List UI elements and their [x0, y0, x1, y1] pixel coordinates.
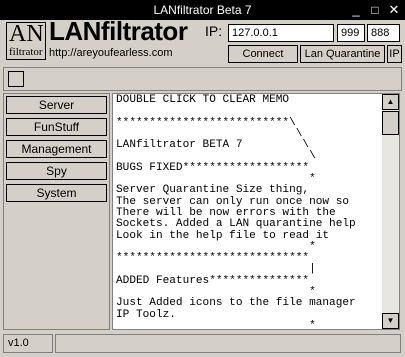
memo-text[interactable]: DOUBLE CLICK TO CLEAR MEMO *************… [116, 94, 356, 329]
port-input-2[interactable] [367, 24, 400, 42]
status-message [55, 334, 401, 353]
scroll-up-icon[interactable]: ▲ [382, 94, 399, 110]
ip-button[interactable]: IP [387, 45, 402, 63]
close-icon[interactable]: ✕ [385, 1, 403, 19]
maximize-icon[interactable]: □ [366, 1, 384, 19]
sidebar-item-system[interactable]: System [6, 184, 107, 202]
logo: AN filtrator [6, 21, 46, 60]
status-bar: v1.0 [0, 332, 405, 357]
scroll-down-icon[interactable]: ▼ [382, 313, 399, 329]
app-brand: LANfiltrator [49, 16, 188, 46]
ip-label: IP: [205, 23, 223, 39]
version-label: v1.0 [3, 334, 53, 353]
window-title: LANfiltrator Beta 7 [153, 3, 252, 17]
sidebar: Server FunStuff Management Spy System [3, 93, 110, 330]
sidebar-item-management[interactable]: Management [6, 140, 107, 158]
logo-sub-text: filtrator [9, 46, 43, 58]
connect-button[interactable]: Connect [228, 45, 298, 63]
website-url: http://areyoufearless.com [49, 47, 173, 59]
memo-textarea[interactable]: DOUBLE CLICK TO CLEAR MEMO *************… [112, 93, 400, 330]
ip-input[interactable] [228, 24, 334, 42]
minimize-icon[interactable]: _ [347, 1, 365, 19]
logo-main-text: AN [9, 21, 44, 47]
sidebar-item-spy[interactable]: Spy [6, 162, 107, 180]
sidebar-item-server[interactable]: Server [6, 96, 107, 114]
toolbar [3, 67, 402, 91]
scroll-thumb[interactable] [382, 111, 399, 135]
port-input-1[interactable] [337, 24, 365, 42]
toolbar-button[interactable] [8, 71, 24, 87]
sidebar-item-funstuff[interactable]: FunStuff [6, 118, 107, 136]
vertical-scrollbar[interactable]: ▲ ▼ [382, 94, 399, 329]
lan-quarantine-button[interactable]: Lan Quarantine [300, 45, 385, 63]
main-window: LANfiltrator Beta 7 _ □ ✕ AN filtrator L… [0, 0, 405, 357]
